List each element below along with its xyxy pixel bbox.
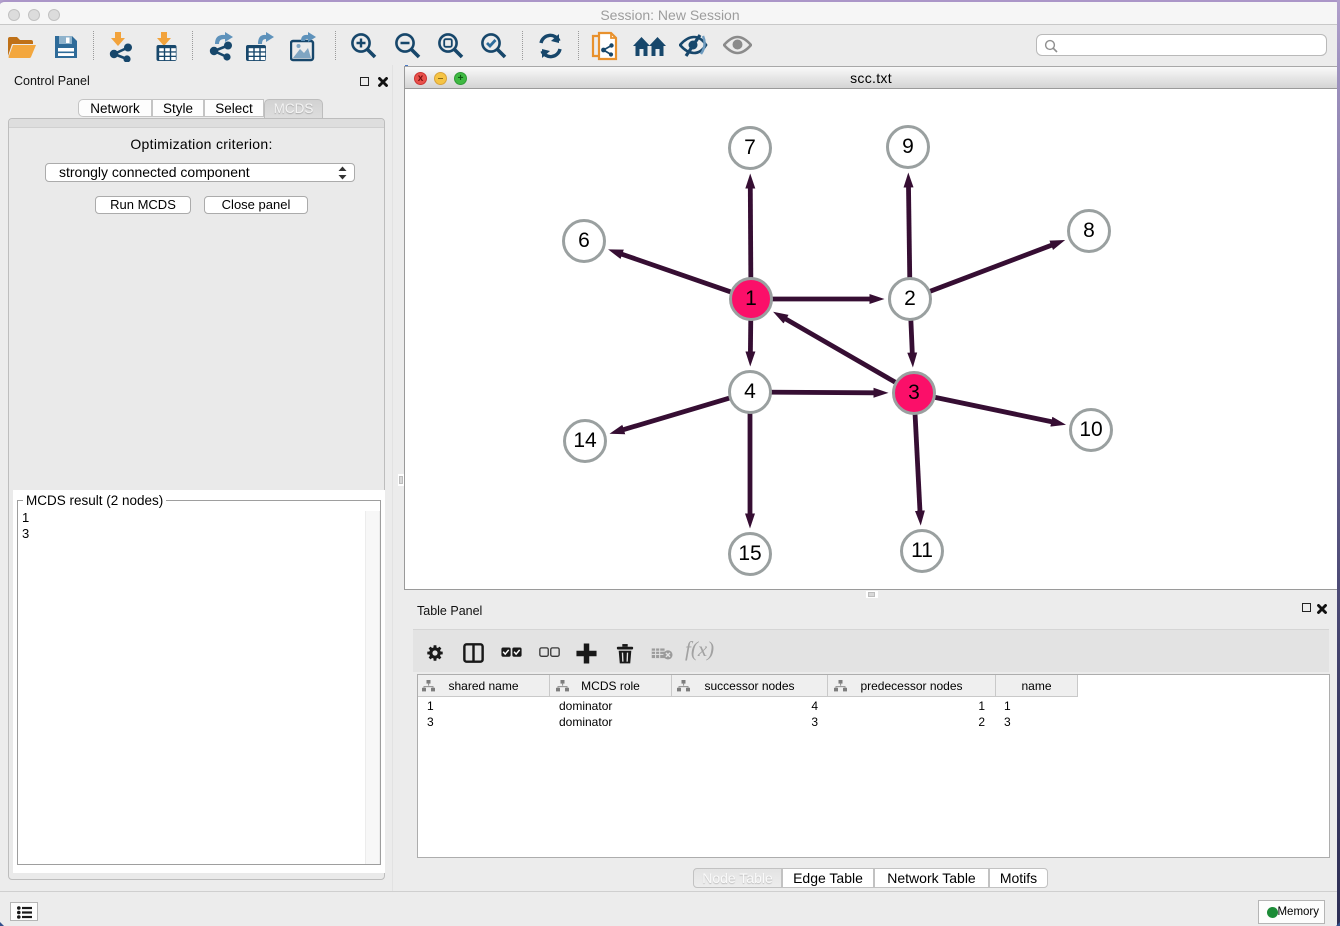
svg-text:7: 7 <box>744 136 756 159</box>
svg-text:6: 6 <box>578 229 590 252</box>
svg-text:10: 10 <box>1079 418 1102 441</box>
svg-text:3: 3 <box>908 381 920 404</box>
svg-text:14: 14 <box>573 429 597 452</box>
svg-text:1: 1 <box>745 287 757 310</box>
svg-text:2: 2 <box>904 287 916 310</box>
svg-text:15: 15 <box>738 542 761 565</box>
svg-text:9: 9 <box>902 135 914 158</box>
svg-text:11: 11 <box>911 539 933 562</box>
svg-text:8: 8 <box>1083 219 1095 242</box>
svg-text:4: 4 <box>744 380 756 403</box>
